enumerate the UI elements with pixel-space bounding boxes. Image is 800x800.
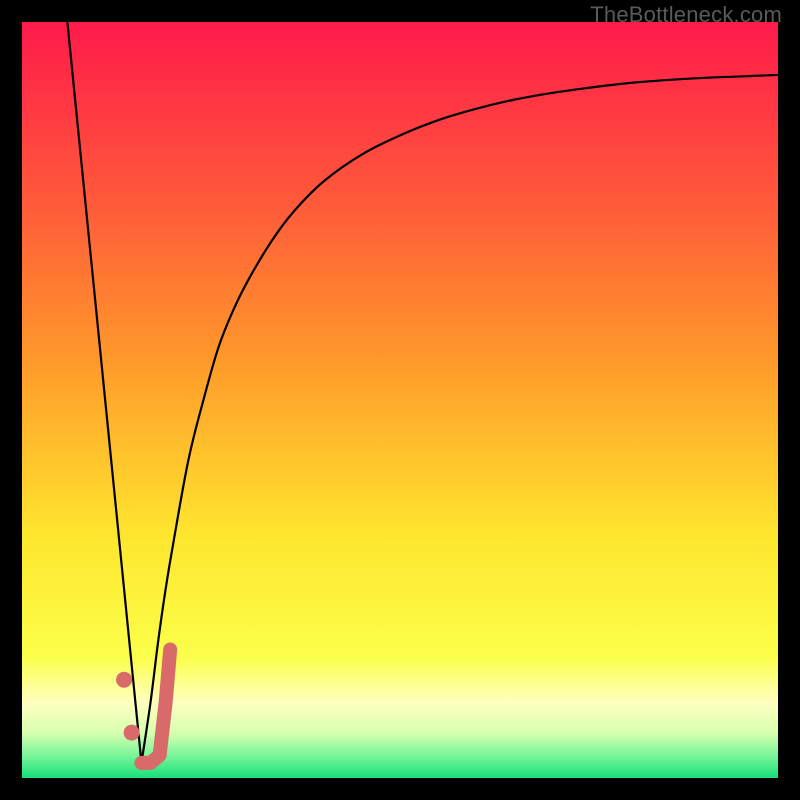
bottleneck-chart <box>22 22 778 778</box>
highlight-dot <box>116 672 132 688</box>
chart-area <box>22 22 778 778</box>
watermark-text: TheBottleneck.com <box>590 2 782 28</box>
highlight-dot <box>124 725 140 741</box>
